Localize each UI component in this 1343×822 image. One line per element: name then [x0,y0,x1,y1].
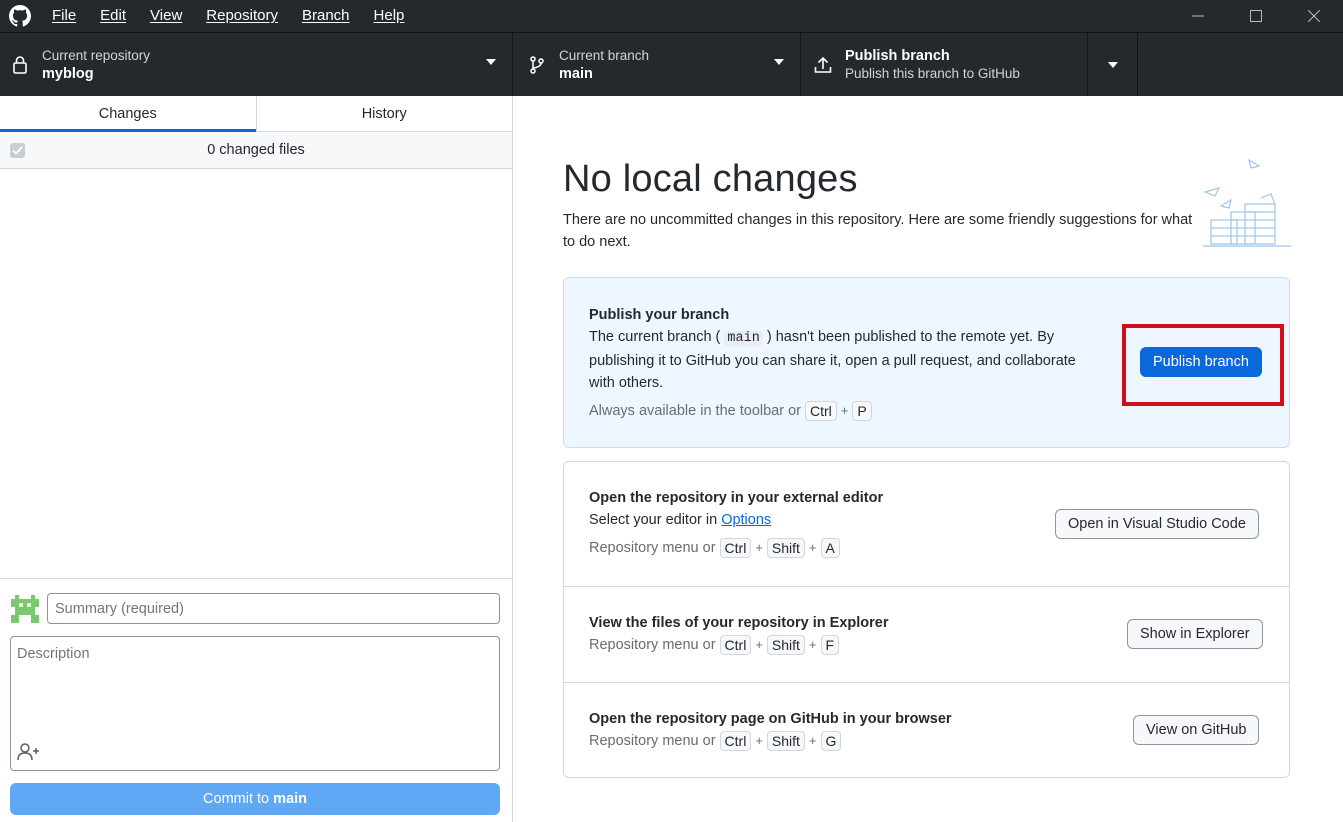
commit-button-branch: main [273,791,307,807]
kbd-ctrl: Ctrl [719,635,752,655]
branch-code: main [724,331,763,346]
menu-repository[interactable]: Repository [194,0,290,32]
divider [564,682,1289,683]
divider [564,586,1289,587]
chevron-down-icon [774,59,784,65]
menu-bar: File Edit View Repository Branch Help [40,0,416,32]
repository-label: Current repository [42,47,151,63]
minimize-icon [1192,15,1204,17]
github-logo-icon [0,0,40,32]
commit-button[interactable]: Commit to main [10,783,500,815]
description-box [10,636,500,771]
kbd-shift: Shift [766,538,805,558]
editor-desc-text: Select your editor in [589,512,718,528]
show-in-explorer-button[interactable]: Show in Explorer [1127,619,1263,649]
current-branch-dropdown[interactable]: Current branch main [513,33,801,96]
publish-options-dropdown[interactable] [1088,33,1138,96]
checkmark-icon [12,146,23,155]
view-on-github-button[interactable]: View on GitHub [1133,715,1260,745]
publish-branch-subtitle: Publish this branch to GitHub [845,65,1020,81]
tab-history[interactable]: History [255,96,513,131]
kbd-p: P [852,401,872,421]
explorer-row-hint: Repository menu or Ctrl + Shift + F [589,634,1039,656]
title-bar: File Edit View Repository Branch Help [0,0,1343,32]
kbd-ctrl: Ctrl [804,401,837,421]
upload-icon [813,55,833,75]
branch-name: main [559,65,593,82]
sidebar-tabs: Changes History [0,96,512,132]
empty-state-illustration [1201,158,1293,252]
minimize-button[interactable] [1169,0,1227,32]
lock-icon [10,55,30,75]
publish-card-title: Publish your branch [589,307,730,323]
description-input[interactable] [11,637,499,737]
hint-text: Repository menu or [589,540,716,556]
kbd-f: F [820,635,840,655]
current-repository-dropdown[interactable]: Current repository myblog [0,33,513,96]
main-content: No local changes There are no uncommitte… [513,96,1343,822]
open-in-editor-button[interactable]: Open in Visual Studio Code [1055,509,1259,539]
commit-button-prefix: Commit to [203,791,270,807]
menu-file[interactable]: File [40,0,88,32]
editor-row-description: Select your editor in Options [589,509,1039,531]
page-subtitle: There are no uncommitted changes in this… [563,212,1193,250]
add-coauthor-icon[interactable] [17,742,41,762]
explorer-row: View the files of your repository in Exp… [589,612,1039,656]
page-title: No local changes [563,158,858,200]
menu-branch[interactable]: Branch [290,0,362,32]
changed-files-count: 0 changed files [207,142,305,158]
close-icon [1308,10,1320,22]
editor-row: Open the repository in your external edi… [589,487,1039,559]
branch-icon [527,55,547,75]
hint-text: Repository menu or [589,637,716,653]
github-row-title: Open the repository page on GitHub in yo… [589,711,952,727]
repository-name: myblog [42,65,94,82]
kbd-ctrl: Ctrl [719,538,752,558]
publish-card-hint: Always available in the toolbar or Ctrl … [589,400,1099,422]
close-button[interactable] [1285,0,1343,32]
maximize-button[interactable] [1227,0,1285,32]
explorer-row-title: View the files of your repository in Exp… [589,615,889,631]
avatar [11,595,39,623]
editor-row-title: Open the repository in your external edi… [589,490,884,506]
github-row: Open the repository page on GitHub in yo… [589,708,1039,752]
toolbar: Current repository myblog Current branch… [0,32,1343,96]
chevron-down-icon [1107,61,1118,68]
publish-branch-toolbar-button[interactable]: Publish branch Publish this branch to Gi… [801,33,1088,96]
changes-sidebar: Changes History 0 changed files Summary … [0,96,513,822]
kbd-shift: Shift [766,635,805,655]
highlight-annotation [1122,324,1284,406]
commit-message-area: Commit to main [0,578,512,822]
kbd-ctrl: Ctrl [719,731,752,751]
branch-label: Current branch [559,47,650,63]
menu-view[interactable]: View [138,0,194,32]
tab-changes[interactable]: Changes [0,96,256,132]
options-link[interactable]: Options [721,512,771,528]
github-row-hint: Repository menu or Ctrl + Shift + G [589,730,1039,752]
kbd-shift: Shift [766,731,805,751]
publish-branch-title: Publish branch [845,47,950,64]
kbd-g: G [820,731,842,751]
changes-header: 0 changed files [0,132,512,169]
kbd-a: A [820,538,840,558]
publish-card-description: The current branch ( main ) hasn't been … [589,326,1099,394]
window-controls [1169,0,1343,32]
maximize-icon [1250,10,1262,22]
menu-help[interactable]: Help [362,0,417,32]
menu-edit[interactable]: Edit [88,0,138,32]
summary-input[interactable] [47,593,500,624]
hint-text: Repository menu or [589,733,716,749]
chevron-down-icon [486,59,496,65]
editor-row-hint: Repository menu or Ctrl + Shift + A [589,537,1039,559]
suggestions-card: Open the repository in your external edi… [563,461,1290,778]
hint-text: Always available in the toolbar or [589,403,801,419]
select-all-checkbox[interactable] [10,143,25,158]
publish-desc-before: The current branch ( [589,329,721,345]
